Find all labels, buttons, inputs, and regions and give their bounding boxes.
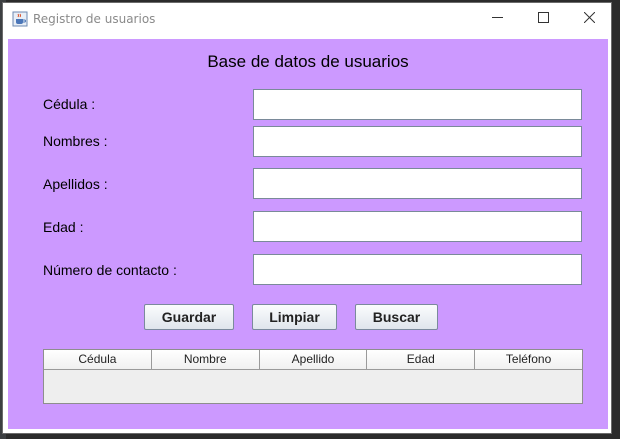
title-bar[interactable]: Registro de usuarios xyxy=(3,3,611,34)
clear-button[interactable]: Limpiar xyxy=(252,304,337,330)
column-header-apellido[interactable]: Apellido xyxy=(260,350,368,369)
nombres-field[interactable] xyxy=(253,126,582,157)
app-window: Registro de usuarios Base de datos de us… xyxy=(2,2,612,434)
window-title: Registro de usuarios xyxy=(33,12,156,26)
table-header: Cédula Nombre Apellido Edad Teléfono xyxy=(44,350,582,370)
column-header-telefono[interactable]: Teléfono xyxy=(475,350,582,369)
java-cup-icon xyxy=(12,11,28,27)
apellidos-field[interactable] xyxy=(253,168,582,199)
column-header-edad[interactable]: Edad xyxy=(367,350,476,369)
column-header-nombre[interactable]: Nombre xyxy=(152,350,260,369)
save-button[interactable]: Guardar xyxy=(144,304,234,330)
search-button[interactable]: Buscar xyxy=(355,304,438,330)
column-header-cedula[interactable]: Cédula xyxy=(44,350,152,369)
close-button[interactable] xyxy=(566,3,612,34)
cedula-field[interactable] xyxy=(253,89,582,120)
table-body[interactable] xyxy=(44,370,582,403)
label-numero-contacto: Número de contacto : xyxy=(43,262,177,278)
edad-field[interactable] xyxy=(253,211,582,242)
label-edad: Edad : xyxy=(43,219,84,235)
minimize-icon xyxy=(491,10,503,28)
maximize-icon xyxy=(537,10,549,28)
label-cedula: Cédula : xyxy=(43,96,96,112)
form-heading: Base de datos de usuarios xyxy=(207,52,409,71)
maximize-button[interactable] xyxy=(520,3,566,34)
close-icon xyxy=(583,10,595,28)
minimize-button[interactable] xyxy=(474,3,520,34)
label-nombres: Nombres : xyxy=(43,133,108,149)
numero-contacto-field[interactable] xyxy=(253,254,582,285)
users-table[interactable]: Cédula Nombre Apellido Edad Teléfono xyxy=(43,349,583,404)
form-panel: Base de datos de usuarios Cédula : Nombr… xyxy=(8,39,608,429)
label-apellidos: Apellidos : xyxy=(43,176,108,192)
